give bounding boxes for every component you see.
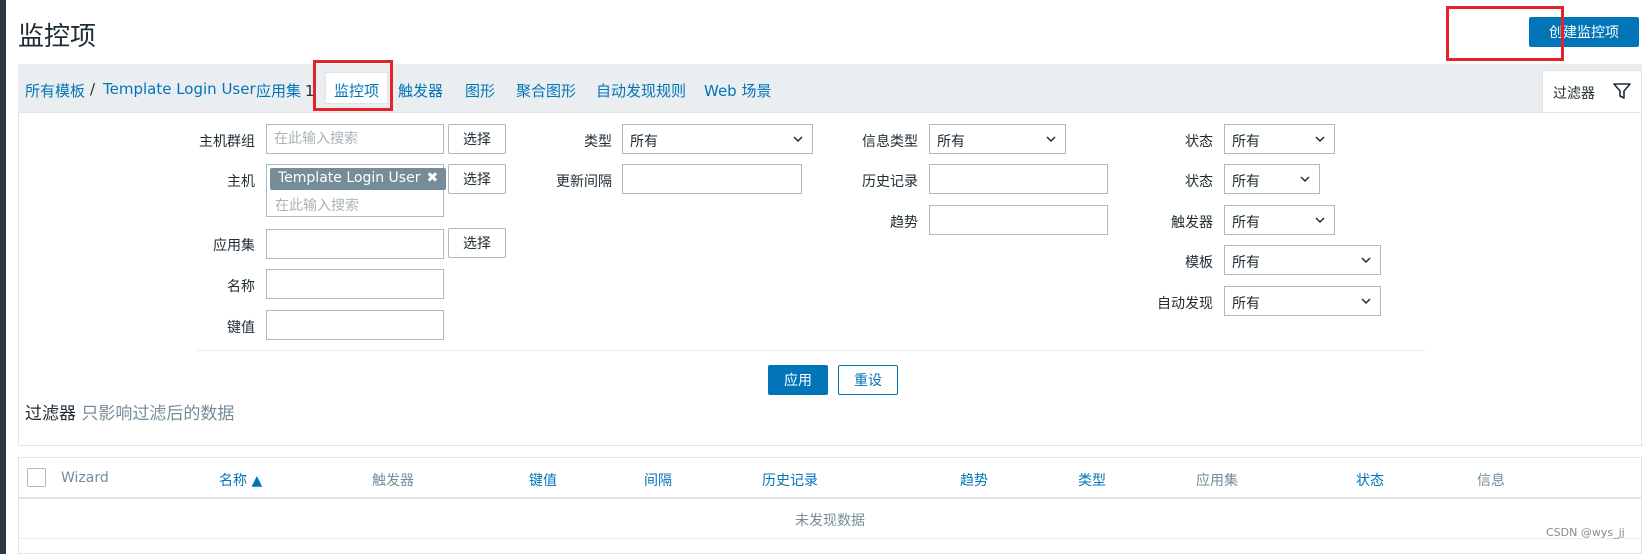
col-trends[interactable]: 趋势 [960, 470, 988, 490]
application-input[interactable] [266, 229, 444, 259]
label-host: 主机 [227, 174, 255, 190]
host-group-select-button[interactable]: 选择 [448, 124, 506, 154]
reset-button[interactable]: 重设 [838, 365, 898, 395]
col-applications: 应用集 [1196, 473, 1238, 489]
row-divider [19, 538, 1641, 539]
col-interval[interactable]: 间隔 [644, 470, 672, 490]
label-history: 历史记录 [862, 174, 918, 190]
chevron-down-icon [1046, 136, 1056, 143]
host-multiselect[interactable]: Template Login User ✖ 在此输入搜索 [266, 164, 447, 217]
page: 监控项 创建监控项 所有模板 / Template Login User 应用集… [6, 0, 1647, 554]
col-info: 信息 [1477, 473, 1505, 489]
label-discovery: 自动发现 [1157, 296, 1213, 312]
chevron-down-icon [793, 136, 803, 143]
col-history[interactable]: 历史记录 [762, 470, 818, 490]
label-status: 状态 [1185, 174, 1213, 190]
application-select-button[interactable]: 选择 [448, 228, 506, 258]
select-all-checkbox[interactable] [27, 468, 46, 487]
col-wizard: Wizard [61, 470, 109, 486]
tab-screens[interactable]: 聚合图形 [516, 80, 576, 101]
type-select-value: 所有 [630, 134, 658, 150]
key-input[interactable] [266, 310, 444, 340]
chevron-down-icon [1361, 298, 1371, 305]
state-select[interactable]: 所有 [1224, 124, 1335, 154]
label-triggers: 触发器 [1171, 215, 1213, 231]
col-status[interactable]: 状态 [1356, 470, 1384, 490]
header-divider [19, 497, 1641, 499]
trends-input[interactable] [929, 205, 1108, 235]
discovery-select-value: 所有 [1232, 296, 1260, 312]
label-state: 状态 [1185, 134, 1213, 150]
label-update-interval: 更新间隔 [556, 174, 612, 190]
label-host-group: 主机群组 [199, 134, 255, 150]
history-input[interactable] [929, 164, 1108, 194]
host-chip: Template Login User ✖ [270, 168, 447, 190]
chevron-down-icon [1300, 176, 1310, 183]
tab-applications[interactable]: 应用集 1 [256, 80, 315, 101]
host-search-placeholder[interactable]: 在此输入搜索 [275, 195, 359, 215]
items-table: Wizard 名称 ▲ 触发器 键值 间隔 历史记录 趋势 类型 应用集 状态 … [18, 457, 1642, 554]
host-select-button[interactable]: 选择 [448, 164, 506, 194]
tab-triggers[interactable]: 触发器 [398, 80, 443, 101]
breadcrumb-all-templates[interactable]: 所有模板 [25, 80, 85, 101]
watermark: CSDN @wys_jj [1546, 526, 1625, 539]
label-type: 类型 [584, 134, 612, 150]
label-name: 名称 [227, 279, 255, 295]
filter-note-text: 只影响过滤后的数据 [81, 404, 235, 424]
col-key[interactable]: 键值 [529, 470, 557, 490]
host-chip-label: Template Login User [278, 170, 421, 186]
breadcrumb-separator: / [90, 80, 96, 98]
filter-panel: 主机群组 选择 主机 Template Login User ✖ 在此输入搜索 选… [18, 112, 1642, 446]
template-select[interactable]: 所有 [1224, 245, 1381, 275]
col-type[interactable]: 类型 [1078, 470, 1106, 490]
label-template: 模板 [1185, 255, 1213, 271]
host-group-input[interactable] [266, 124, 444, 154]
triggers-select[interactable]: 所有 [1224, 205, 1335, 235]
applications-count: 1 [305, 82, 315, 100]
chevron-down-icon [1315, 136, 1325, 143]
filter-note: 过滤器 只影响过滤后的数据 [25, 399, 234, 424]
update-interval-input[interactable] [622, 164, 802, 194]
create-item-button[interactable]: 创建监控项 [1529, 17, 1639, 47]
tab-items[interactable]: 监控项 [325, 72, 389, 104]
filter-tab[interactable]: 过滤器 [1542, 70, 1642, 112]
breadcrumb-nav: 所有模板 / Template Login User 应用集 1 监控项 触发器 … [18, 64, 1642, 112]
label-info-type: 信息类型 [862, 134, 918, 150]
tab-web[interactable]: Web 场景 [704, 80, 771, 101]
discovery-select[interactable]: 所有 [1224, 286, 1381, 316]
col-name[interactable]: 名称 ▲ [219, 470, 262, 490]
filter-divider [197, 350, 1425, 351]
status-select-value: 所有 [1232, 174, 1260, 190]
label-trends: 趋势 [890, 215, 918, 231]
tab-graphs[interactable]: 图形 [465, 80, 495, 101]
tab-discovery[interactable]: 自动发现规则 [596, 80, 686, 101]
label-application: 应用集 [213, 238, 255, 254]
label-key: 键值 [227, 320, 255, 336]
apply-button[interactable]: 应用 [768, 365, 828, 395]
info-type-select[interactable]: 所有 [929, 124, 1066, 154]
info-type-select-value: 所有 [937, 134, 965, 150]
template-select-value: 所有 [1232, 255, 1260, 271]
filter-icon [1613, 83, 1631, 99]
breadcrumb-template[interactable]: Template Login User [103, 80, 256, 98]
chevron-down-icon [1315, 217, 1325, 224]
state-select-value: 所有 [1232, 134, 1260, 150]
page-title: 监控项 [18, 22, 97, 52]
chevron-down-icon [1361, 257, 1371, 264]
no-data-message: 未发现数据 [795, 513, 865, 529]
type-select[interactable]: 所有 [622, 124, 813, 154]
status-select[interactable]: 所有 [1224, 164, 1320, 194]
triggers-select-value: 所有 [1232, 215, 1260, 231]
tab-applications-label: 应用集 [256, 82, 302, 100]
chip-remove-icon[interactable]: ✖ [426, 170, 438, 186]
col-triggers: 触发器 [372, 473, 414, 489]
filter-tab-label: 过滤器 [1553, 86, 1595, 102]
name-input[interactable] [266, 269, 444, 299]
filter-note-title: 过滤器 [25, 404, 76, 424]
